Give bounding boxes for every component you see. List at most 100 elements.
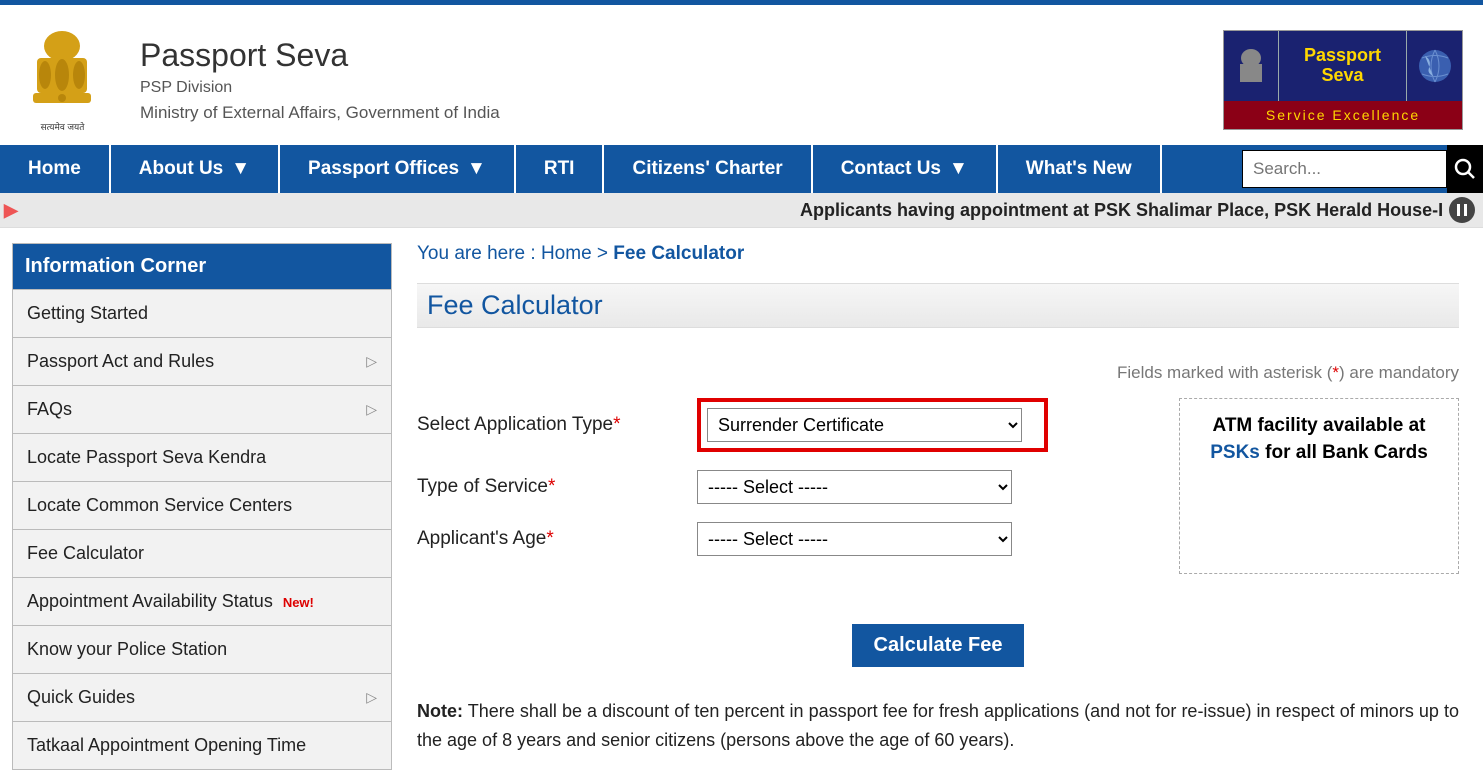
sidebar-item-label: Quick Guides <box>27 687 135 707</box>
nav-about-label: About Us <box>139 158 223 180</box>
note-label: Note: <box>417 701 463 721</box>
sidebar-item-label: FAQs <box>27 399 72 419</box>
site-subtitle-1: PSP Division <box>140 79 1223 97</box>
breadcrumb: You are here : Home > Fee Calculator <box>417 243 1459 265</box>
nav-contact-us[interactable]: Contact Us ▼ <box>813 145 998 193</box>
sidebar-item-2[interactable]: FAQs ▷ <box>13 385 391 433</box>
sidebar-item-5[interactable]: Fee Calculator <box>13 529 391 577</box>
ticker-arrow-icon: ▶ <box>4 200 18 221</box>
sidebar-item-8[interactable]: Quick Guides ▷ <box>13 673 391 721</box>
chevron-right-icon: ▷ <box>366 689 377 706</box>
search-button[interactable] <box>1447 145 1483 193</box>
applicant-age-select[interactable]: ----- Select ----- <box>697 522 1012 556</box>
nav-contact-label: Contact Us <box>841 158 941 180</box>
main-content: You are here : Home > Fee Calculator Fee… <box>417 243 1471 770</box>
sidebar-item-9[interactable]: Tatkaal Appointment Opening Time <box>13 721 391 769</box>
news-ticker: ▶ Applicants having appointment at PSK S… <box>0 193 1483 228</box>
search-wrap <box>1242 145 1483 193</box>
mandatory-asterisk: * <box>1332 363 1339 382</box>
sidebar-item-label: Locate Common Service Centers <box>27 495 292 515</box>
service-label: Type of Service <box>417 476 548 497</box>
breadcrumb-prefix: You are here : <box>417 243 541 264</box>
header: सत्यमेव जयते Passport Seva PSP Division … <box>0 5 1483 145</box>
sidebar-item-label: Passport Act and Rules <box>27 351 214 371</box>
service-type-select[interactable]: ----- Select ----- <box>697 470 1012 504</box>
calculate-fee-button[interactable]: Calculate Fee <box>852 624 1025 667</box>
caret-down-icon: ▼ <box>949 158 968 180</box>
nav-citizens-charter[interactable]: Citizens' Charter <box>604 145 812 193</box>
atm-line-2: for all Bank Cards <box>1260 442 1428 463</box>
ticker-pause-button[interactable] <box>1449 197 1475 223</box>
sidebar-item-label: Appointment Availability Status <box>27 591 273 611</box>
caret-down-icon: ▼ <box>231 158 250 180</box>
mandatory-pre: Fields marked with asterisk ( <box>1117 363 1332 382</box>
sidebar-item-0[interactable]: Getting Started <box>13 289 391 337</box>
form-area: Select Application Type* Surrender Certi… <box>417 398 1459 574</box>
new-badge: New! <box>283 595 314 610</box>
nav-charter-label: Citizens' Charter <box>632 158 782 180</box>
badge-emblem-icon <box>1224 31 1279 101</box>
sidebar-item-label: Locate Passport Seva Kendra <box>27 447 266 467</box>
nav-home-label: Home <box>28 158 81 180</box>
breadcrumb-sep: > <box>592 243 614 264</box>
chevron-right-icon: ▷ <box>366 401 377 418</box>
site-title: Passport Seva <box>140 37 1223 74</box>
required-asterisk: * <box>546 528 553 549</box>
age-label: Applicant's Age <box>417 528 546 549</box>
nav-home[interactable]: Home <box>0 145 111 193</box>
breadcrumb-current: Fee Calculator <box>613 243 744 264</box>
ticker-text: Applicants having appointment at PSK Sha… <box>800 200 1443 221</box>
sidebar-item-6[interactable]: Appointment Availability Status New! <box>13 577 391 625</box>
page-title-box: Fee Calculator <box>417 283 1459 328</box>
content-area: Information Corner Getting Started Passpo… <box>0 228 1483 770</box>
atm-line-1: ATM facility available at <box>1213 415 1426 436</box>
note-text: Note: There shall be a discount of ten p… <box>417 697 1459 755</box>
row-applicant-age: Applicant's Age* ----- Select ----- <box>417 522 1179 556</box>
main-nav: Home About Us ▼ Passport Offices ▼ RTI Cit… <box>0 145 1483 193</box>
atm-psk-link[interactable]: PSKs <box>1210 442 1260 463</box>
sidebar-item-label: Fee Calculator <box>27 543 144 563</box>
badge-globe-icon <box>1407 31 1462 101</box>
required-asterisk: * <box>613 414 620 435</box>
badge-line-2: Seva <box>1321 66 1363 86</box>
highlight-box: Surrender Certificate <box>697 398 1048 452</box>
page-title: Fee Calculator <box>427 290 1449 321</box>
application-type-select[interactable]: Surrender Certificate <box>707 408 1022 442</box>
required-asterisk: * <box>548 476 555 497</box>
sidebar-item-label: Getting Started <box>27 303 148 323</box>
nav-offices-label: Passport Offices <box>308 158 459 180</box>
mandatory-post: ) are mandatory <box>1339 363 1459 382</box>
nav-rti[interactable]: RTI <box>516 145 605 193</box>
site-subtitle-2: Ministry of External Affairs, Government… <box>140 103 1223 123</box>
chevron-right-icon: ▷ <box>366 353 377 370</box>
caret-down-icon: ▼ <box>467 158 486 180</box>
sidebar-header: Information Corner <box>13 244 391 289</box>
ashoka-emblem-icon <box>25 28 100 118</box>
pause-icon <box>1457 204 1467 216</box>
nav-rti-label: RTI <box>544 158 575 180</box>
nav-whats-new[interactable]: What's New <box>998 145 1162 193</box>
sidebar-item-3[interactable]: Locate Passport Seva Kendra <box>13 433 391 481</box>
sidebar-item-7[interactable]: Know your Police Station <box>13 625 391 673</box>
nav-about-us[interactable]: About Us ▼ <box>111 145 280 193</box>
calc-button-wrap: Calculate Fee <box>417 624 1459 667</box>
nav-passport-offices[interactable]: Passport Offices ▼ <box>280 145 516 193</box>
sidebar-item-1[interactable]: Passport Act and Rules ▷ <box>13 337 391 385</box>
row-service-type: Type of Service* ----- Select ----- <box>417 470 1179 504</box>
service-excellence-badge: Passport Seva Service Excellence <box>1223 30 1463 130</box>
emblem-motto: सत्यमेव जयते <box>41 120 85 133</box>
atm-info-box: ATM facility available at PSKs for all B… <box>1179 398 1459 574</box>
gov-emblem: सत्यमेव जयते <box>20 25 105 135</box>
nav-whatsnew-label: What's New <box>1026 158 1132 180</box>
search-icon <box>1454 158 1476 180</box>
note-body: There shall be a discount of ten percent… <box>417 701 1459 750</box>
app-type-label: Select Application Type <box>417 414 613 435</box>
sidebar-item-4[interactable]: Locate Common Service Centers <box>13 481 391 529</box>
badge-line-1: Passport <box>1304 46 1381 66</box>
search-input[interactable] <box>1242 150 1447 188</box>
sidebar: Information Corner Getting Started Passpo… <box>12 243 392 770</box>
header-text-block: Passport Seva PSP Division Ministry of E… <box>140 37 1223 123</box>
mandatory-note: Fields marked with asterisk (*) are mand… <box>417 363 1459 383</box>
row-application-type: Select Application Type* Surrender Certi… <box>417 398 1179 452</box>
breadcrumb-home-link[interactable]: Home <box>541 243 592 264</box>
